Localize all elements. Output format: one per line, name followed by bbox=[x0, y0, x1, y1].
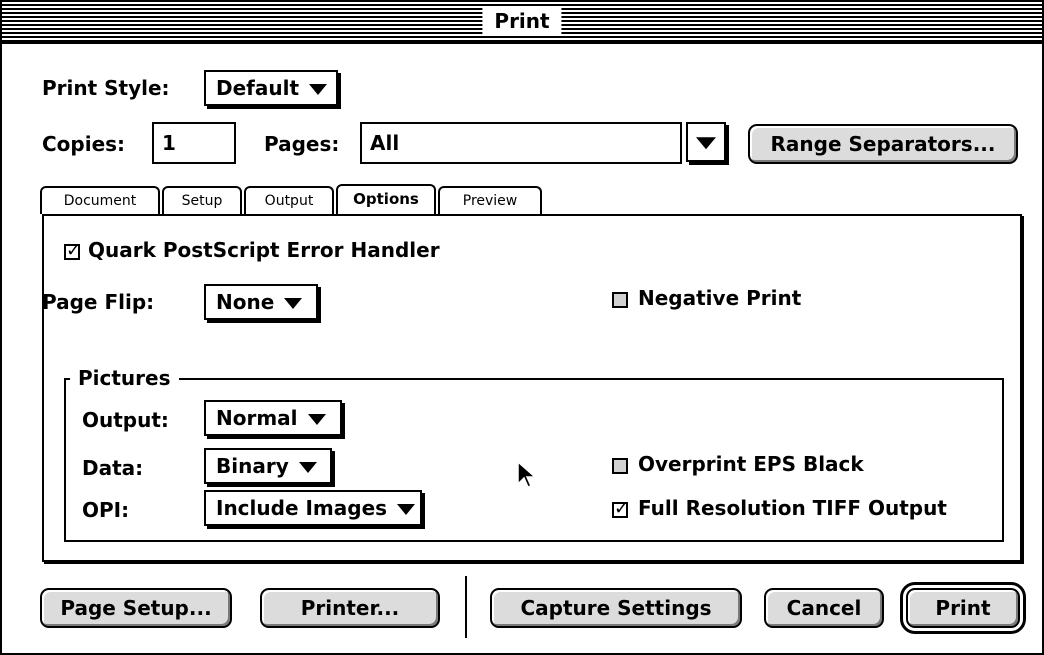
pages-label: Pages: bbox=[264, 132, 340, 156]
error-handler-checkbox[interactable] bbox=[64, 240, 81, 261]
output-popup[interactable]: Normal bbox=[204, 400, 342, 436]
popup-arrow-icon bbox=[307, 414, 326, 425]
data-popup[interactable]: Binary bbox=[204, 448, 332, 484]
print-style-value: Default bbox=[216, 76, 300, 100]
printer-button[interactable]: Printer... bbox=[260, 588, 440, 628]
popup-arrow-icon bbox=[397, 504, 416, 515]
print-dialog: Print Print Style: Default Copies: 1 Pag… bbox=[0, 0, 1044, 655]
opi-value: Include Images bbox=[216, 496, 388, 520]
page-flip-label: Page Flip: bbox=[42, 290, 155, 314]
pictures-group-legend: Pictures bbox=[70, 364, 179, 392]
pages-field[interactable]: All bbox=[360, 122, 682, 164]
negative-print-label[interactable]: Negative Print bbox=[638, 284, 801, 312]
page-flip-value: None bbox=[216, 290, 275, 314]
tab-options[interactable]: Options bbox=[336, 184, 436, 216]
button-divider bbox=[465, 576, 467, 638]
tab-preview[interactable]: Preview bbox=[438, 186, 542, 214]
opi-popup[interactable]: Include Images bbox=[204, 490, 422, 526]
cancel-button[interactable]: Cancel bbox=[764, 588, 884, 628]
data-label: Data: bbox=[82, 456, 144, 480]
overprint-eps-black-label[interactable]: Overprint EPS Black bbox=[638, 450, 864, 478]
page-flip-popup[interactable]: None bbox=[204, 284, 318, 320]
full-res-tiff-label[interactable]: Full Resolution TIFF Output bbox=[638, 494, 947, 522]
data-value: Binary bbox=[216, 454, 289, 478]
mouse-pointer-icon bbox=[517, 460, 537, 488]
popup-arrow-icon bbox=[284, 298, 303, 309]
print-style-label: Print Style: bbox=[42, 76, 170, 100]
popup-arrow-icon bbox=[309, 84, 328, 95]
output-label: Output: bbox=[82, 408, 169, 432]
opi-label: OPI: bbox=[82, 498, 130, 522]
tab-setup[interactable]: Setup bbox=[162, 186, 242, 214]
page-setup-button[interactable]: Page Setup... bbox=[40, 588, 232, 628]
capture-settings-button[interactable]: Capture Settings bbox=[490, 588, 742, 628]
error-handler-label[interactable]: Quark PostScript Error Handler bbox=[88, 236, 440, 264]
print-button[interactable]: Print bbox=[900, 582, 1026, 634]
output-value: Normal bbox=[216, 406, 298, 430]
window-title: Print bbox=[482, 6, 562, 36]
tab-document[interactable]: Document bbox=[40, 186, 160, 214]
title-bar[interactable]: Print bbox=[2, 2, 1042, 44]
range-separators-button[interactable]: Range Separators... bbox=[748, 124, 1018, 164]
overprint-eps-black-checkbox[interactable] bbox=[612, 458, 628, 474]
print-style-popup[interactable]: Default bbox=[204, 70, 338, 106]
negative-print-checkbox[interactable] bbox=[612, 292, 628, 308]
copies-label: Copies: bbox=[42, 132, 126, 156]
tab-output[interactable]: Output bbox=[244, 186, 334, 214]
popup-arrow-icon bbox=[298, 462, 317, 473]
pages-dropdown-button[interactable] bbox=[686, 122, 726, 162]
copies-field[interactable]: 1 bbox=[152, 122, 236, 164]
full-res-tiff-checkbox[interactable] bbox=[612, 498, 629, 519]
